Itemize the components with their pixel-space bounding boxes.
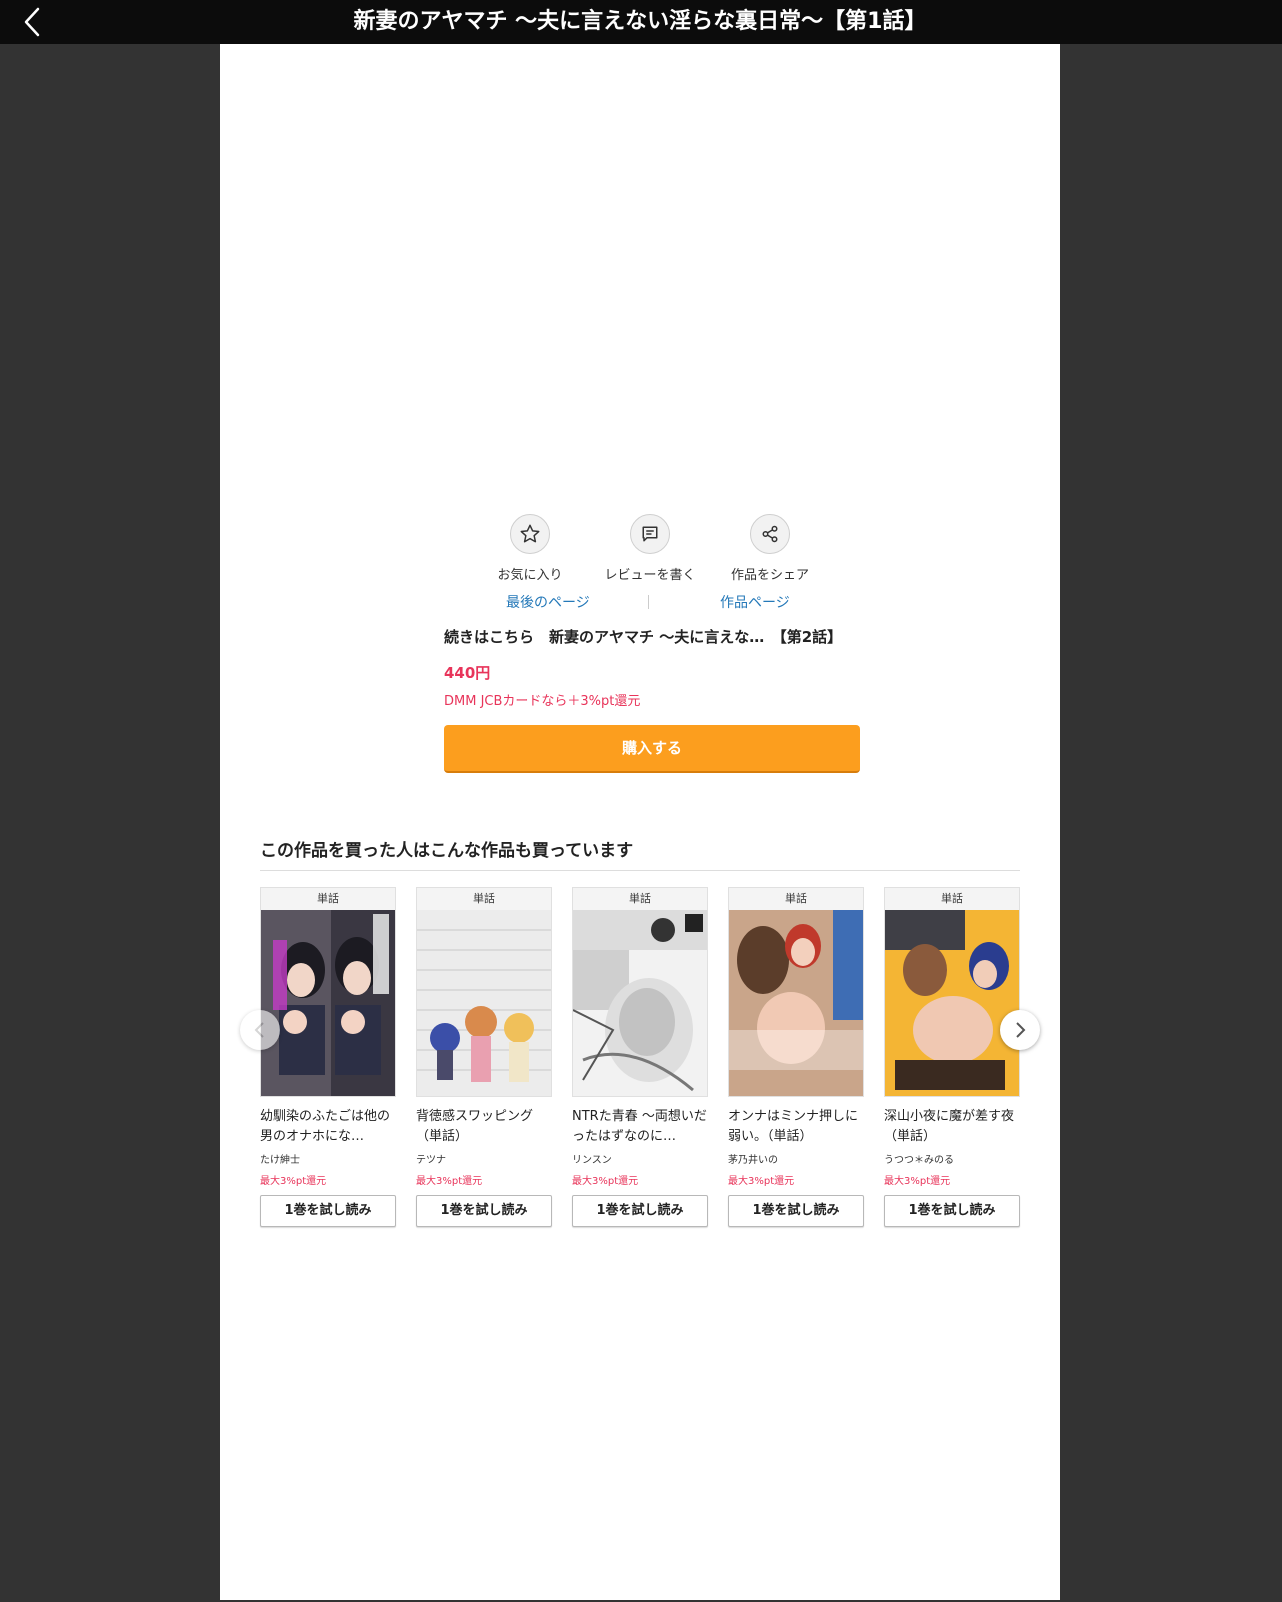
recommend-carousel: 単話 幼馴染のふたごは他の男のオナホにな… たけ紳士 最大3%pt還元 1巻を試… [260,887,1020,1247]
trial-read-button[interactable]: 1巻を試し読み [260,1195,396,1227]
cover-image [261,910,395,1096]
format-badge: 単話 [417,888,551,910]
point-return: 最大3%pt還元 [416,1176,483,1187]
cover-image [573,910,707,1096]
book-title[interactable]: 深山小夜に魔が差す夜（単話） [884,1107,1020,1147]
book-title[interactable]: 背徳感スワッピング（単話） [416,1107,552,1147]
point-return: 最大3%pt還元 [884,1176,951,1187]
format-badge: 単話 [885,888,1019,910]
recommend-card[interactable]: 単話 幼馴染のふたごは他の男のオナホにな… たけ紳士 最大3%pt還元 1巻を試… [260,887,396,1227]
recommend-heading: この作品を買った人はこんな作品も買っています [260,841,634,861]
cover-image [729,910,863,1096]
book-title[interactable]: 幼馴染のふたごは他の男のオナホにな… [260,1107,396,1147]
action-bar: お気に入り レビューを書く 作品をシェア [470,514,830,584]
recommend-card[interactable]: 単話 背徳感スワッピング（単話） テツナ 最大3%pt還元 1巻を試し読み [416,887,552,1227]
favorite-icon-circle [510,514,550,554]
book-cover[interactable]: 単話 [572,887,708,1097]
book-author[interactable]: テツナ [416,1151,552,1166]
point-return: 最大3%pt還元 [260,1176,327,1187]
write-review-button[interactable]: レビューを書く [590,514,710,583]
book-cover[interactable]: 単話 [260,887,396,1097]
share-label: 作品をシェア [730,568,809,583]
format-badge: 単話 [729,888,863,910]
cover-image [885,910,1019,1096]
next-episode-price: 440円 [444,664,491,682]
book-title[interactable]: オンナはミンナ押しに弱い。（単話） [728,1107,864,1147]
top-bar: 新妻のアヤマチ 〜夫に言えない淫らな裏日常〜【第1話】 [0,0,1282,44]
comment-icon [642,526,658,542]
page-links: 最後のページ 作品ページ [440,592,860,614]
page-title: 新妻のアヤマチ 〜夫に言えない淫らな裏日常〜【第1話】 [353,9,927,34]
last-page-link[interactable]: 最後のページ [506,592,590,612]
trial-read-button[interactable]: 1巻を試し読み [884,1195,1020,1227]
review-label: レビューを書く [604,568,696,583]
recommend-card[interactable]: 単話 NTRた青春 〜両想いだったはずなのに… リンスン 最大3%pt還元 1巻… [572,887,708,1227]
format-badge: 単話 [261,888,395,910]
recommend-card[interactable]: 単話 深山小夜に魔が差す夜（単話） うつつ＊みのる 最大3%pt還元 1巻を試し… [884,887,1020,1227]
share-button[interactable]: 作品をシェア [710,514,830,583]
carousel-prev-button[interactable] [240,1010,280,1050]
back-button[interactable] [14,4,50,40]
work-page-link[interactable]: 作品ページ [720,592,790,612]
book-author[interactable]: うつつ＊みのる [884,1151,1020,1166]
cover-image [417,910,551,1096]
point-return: 最大3%pt還元 [728,1176,795,1187]
share-icon [762,525,778,543]
format-badge: 単話 [573,888,707,910]
book-cover[interactable]: 単話 [416,887,552,1097]
book-cover[interactable]: 単話 [884,887,1020,1097]
chevron-right-icon [1016,1022,1026,1038]
trial-read-button[interactable]: 1巻を試し読み [572,1195,708,1227]
buy-button[interactable]: 購入する [444,725,860,773]
next-episode-title[interactable]: 続きはこちら 新妻のアヤマチ 〜夫に言えな… 【第2話】 [444,626,864,647]
carousel-next-button[interactable] [1000,1010,1040,1050]
recommend-divider [260,870,1020,871]
recommend-card[interactable]: 単話 オンナはミンナ押しに弱い。（単話） 茅乃井いの 最大3%pt還元 1巻を試… [728,887,864,1227]
favorite-label: お気に入り [497,568,563,583]
book-author[interactable]: リンスン [572,1151,708,1166]
chevron-left-icon [24,7,40,37]
book-cover[interactable]: 単話 [728,887,864,1097]
review-icon-circle [630,514,670,554]
star-icon [520,524,540,543]
card-campaign-text: DMM JCBカードなら＋3%pt還元 [444,694,641,709]
trial-read-button[interactable]: 1巻を試し読み [416,1195,552,1227]
share-icon-circle [750,514,790,554]
trial-read-button[interactable]: 1巻を試し読み [728,1195,864,1227]
reader-end-page: お気に入り レビューを書く 作品をシェア 最後のページ 作品ページ 続きはこちら… [220,44,1060,1600]
chevron-left-icon [254,1022,264,1038]
book-author[interactable]: 茅乃井いの [728,1151,864,1166]
link-divider [648,595,649,609]
book-title[interactable]: NTRた青春 〜両想いだったはずなのに… [572,1107,708,1147]
book-author[interactable]: たけ紳士 [260,1151,396,1166]
favorite-button[interactable]: お気に入り [470,514,590,583]
point-return: 最大3%pt還元 [572,1176,639,1187]
